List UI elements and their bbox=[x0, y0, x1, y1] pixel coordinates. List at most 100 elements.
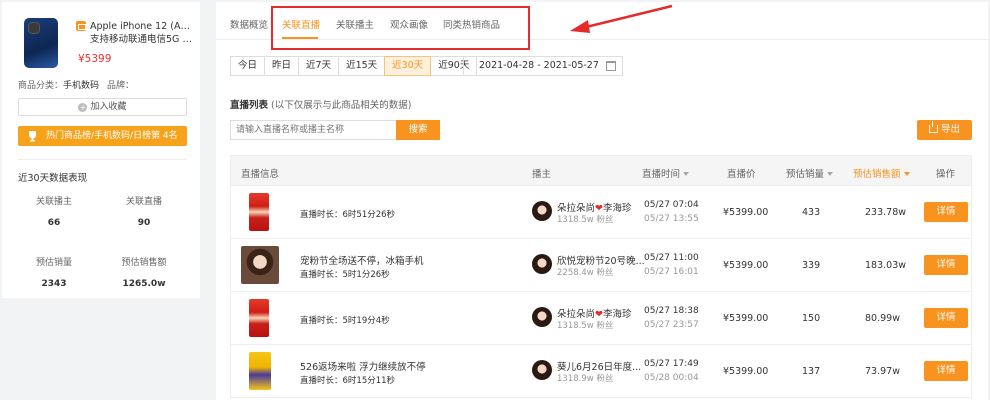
range-15-days[interactable]: 近15天 bbox=[338, 56, 386, 76]
anchor-name[interactable]: 朵拉朵尚❤李海珍 bbox=[557, 306, 632, 320]
est-sales: 433 bbox=[802, 207, 821, 218]
live-thumbnail[interactable] bbox=[241, 246, 279, 284]
product-title-line2: 支持移动联通电信5G 双卡... bbox=[90, 34, 196, 45]
section-title: 直播列表 (以下仅展示与此商品相关的数据) bbox=[230, 97, 411, 111]
live-price: ¥5399.00 bbox=[723, 207, 769, 218]
est-sales: 150 bbox=[802, 313, 821, 324]
date-range-buttons: 今日 昨日 近7天 近15天 近30天 近90天 bbox=[230, 56, 478, 76]
table-row: 直播时长：5时19分4秒 朵拉朵尚❤李海珍 1318.5w 粉丝 05/27 1… bbox=[230, 292, 972, 345]
calendar-icon bbox=[606, 61, 616, 71]
stat-label: 关联直播 bbox=[125, 197, 162, 207]
live-title[interactable]: 宠粉节全场送不停，冰箱手机 bbox=[300, 253, 424, 267]
stat-label: 预估销量 bbox=[35, 258, 72, 268]
tab-overview[interactable]: 数据概览 bbox=[230, 17, 268, 31]
table-row: 直播时长：6时51分26秒 朵拉朵尚❤李海珍 1318.5w 粉丝 05/27 … bbox=[230, 186, 972, 239]
plus-icon: + bbox=[78, 103, 88, 112]
est-sales: 339 bbox=[802, 260, 821, 271]
table-row: 526返场来啦 浮力继续放不停 直播时长：6时15分11秒 葵儿6月26日年度.… bbox=[230, 345, 972, 398]
annotation-box bbox=[271, 6, 530, 50]
product-title[interactable]: Apple iPhone 12 (A2404) 支持移动联通电信5G 双卡... bbox=[90, 20, 196, 46]
col-est-sales-label: 预估销量 bbox=[786, 169, 825, 180]
stat-related-anchors: 关联播主 66 bbox=[9, 194, 99, 228]
date-range-picker[interactable]: 2021-04-28 - 2021-05-27 bbox=[463, 56, 623, 76]
export-button[interactable]: 导出 bbox=[917, 120, 972, 140]
stat-label: 关联播主 bbox=[35, 197, 72, 207]
detail-button[interactable]: 详情 bbox=[924, 361, 968, 381]
live-end-time: 05/28 00:04 bbox=[644, 373, 699, 383]
anchor-name[interactable]: 葵儿6月26日年度... bbox=[557, 359, 641, 373]
stats-heading: 近30天数据表现 bbox=[18, 173, 88, 184]
divider bbox=[18, 159, 187, 160]
detail-button[interactable]: 详情 bbox=[924, 202, 968, 222]
live-end-time: 05/27 16:01 bbox=[644, 267, 699, 277]
fans-count: 2258.4w 粉丝 bbox=[557, 268, 614, 278]
col-live-info: 直播信息 bbox=[241, 169, 280, 180]
anchor-name[interactable]: 欣悦宠粉节20号晚... bbox=[557, 253, 645, 267]
product-price: ¥5399 bbox=[78, 53, 112, 65]
add-favorite-button[interactable]: + 加入收藏 bbox=[18, 98, 187, 116]
range-today[interactable]: 今日 bbox=[230, 56, 266, 76]
live-price: ¥5399.00 bbox=[723, 366, 769, 377]
hot-rank-label: 热门商品榜/手机数码/日榜第 4名 bbox=[46, 131, 178, 141]
stat-value: 1265.0w bbox=[122, 279, 166, 289]
sort-icon bbox=[683, 172, 690, 176]
col-live-time-label: 直播时间 bbox=[642, 169, 681, 180]
live-duration: 直播时长：6时51分26秒 bbox=[300, 210, 396, 220]
date-range-value: 2021-04-28 - 2021-05-27 bbox=[479, 60, 599, 71]
stat-value: 66 bbox=[47, 218, 61, 228]
col-est-sales[interactable]: 预估销量 bbox=[786, 166, 834, 180]
avatar[interactable] bbox=[532, 307, 552, 327]
category-label: 商品分类： bbox=[18, 81, 64, 91]
col-est-revenue-label: 预估销售额 bbox=[853, 169, 901, 180]
detail-button[interactable]: 详情 bbox=[924, 308, 968, 328]
stat-est-revenue: 预估销售额 1265.0w bbox=[99, 255, 189, 289]
live-start-time: 05/27 11:00 bbox=[644, 253, 699, 263]
col-action: 操作 bbox=[936, 169, 956, 180]
product-title-line1: Apple iPhone 12 (A2404) bbox=[90, 21, 196, 32]
live-thumbnail[interactable] bbox=[249, 193, 269, 231]
product-image[interactable] bbox=[24, 18, 58, 68]
fans-count: 1318.9w 粉丝 bbox=[557, 374, 614, 384]
trophy-icon bbox=[29, 131, 36, 142]
live-start-time: 05/27 07:04 bbox=[644, 200, 699, 210]
search-button[interactable]: 搜索 bbox=[396, 120, 440, 140]
live-duration: 直播时长：5时1分26秒 bbox=[300, 270, 390, 280]
fans-count: 1318.5w 粉丝 bbox=[557, 215, 614, 225]
export-icon bbox=[928, 121, 938, 133]
avatar[interactable] bbox=[532, 360, 552, 380]
est-revenue: 73.97w bbox=[865, 366, 900, 377]
live-end-time: 05/27 23:57 bbox=[644, 320, 699, 330]
avatar[interactable] bbox=[532, 201, 552, 221]
annotation-arrow-icon bbox=[570, 4, 673, 33]
stat-est-sales: 预估销量 2343 bbox=[9, 255, 99, 289]
section-note: (以下仅展示与此商品相关的数据) bbox=[271, 100, 412, 111]
live-duration: 直播时长：6时15分11秒 bbox=[300, 376, 396, 386]
favorite-label: 加入收藏 bbox=[90, 102, 127, 112]
live-table: 直播信息 播主 直播时间 直播价 预估销量 预估销售额 操作 直播时长：6时51… bbox=[230, 155, 972, 398]
anchor-name[interactable]: 朵拉朵尚❤李海珍 bbox=[557, 200, 632, 214]
stat-related-lives: 关联直播 90 bbox=[99, 194, 189, 228]
live-price: ¥5399.00 bbox=[723, 260, 769, 271]
col-est-revenue[interactable]: 预估销售额 bbox=[853, 166, 910, 180]
fans-count: 1318.5w 粉丝 bbox=[557, 321, 614, 331]
category-value: 手机数码 bbox=[63, 81, 100, 91]
sort-icon bbox=[827, 172, 834, 176]
range-7-days[interactable]: 近7天 bbox=[298, 56, 340, 76]
live-thumbnail[interactable] bbox=[249, 299, 269, 337]
product-brand: 品牌： bbox=[107, 78, 134, 91]
col-anchor: 播主 bbox=[532, 169, 552, 180]
live-price: ¥5399.00 bbox=[723, 313, 769, 324]
shop-tag-icon bbox=[76, 21, 86, 31]
live-title[interactable]: 526返场来啦 浮力继续放不停 bbox=[300, 359, 426, 373]
main-content: 数据概览 关联直播 关联播主 观众画像 同类热销商品 今日 昨日 近7天 近15… bbox=[216, 2, 988, 400]
est-revenue: 183.03w bbox=[865, 260, 907, 271]
table-row: 宠粉节全场送不停，冰箱手机 直播时长：5时1分26秒 欣悦宠粉节20号晚... … bbox=[230, 239, 972, 292]
hot-rank-button[interactable]: 热门商品榜/手机数码/日榜第 4名 bbox=[18, 126, 187, 146]
search-input[interactable] bbox=[230, 120, 396, 140]
live-thumbnail[interactable] bbox=[249, 352, 271, 390]
range-yesterday[interactable]: 昨日 bbox=[264, 56, 300, 76]
range-30-days[interactable]: 近30天 bbox=[384, 56, 432, 76]
avatar[interactable] bbox=[532, 254, 552, 274]
col-live-time[interactable]: 直播时间 bbox=[642, 166, 690, 180]
detail-button[interactable]: 详情 bbox=[924, 255, 968, 275]
